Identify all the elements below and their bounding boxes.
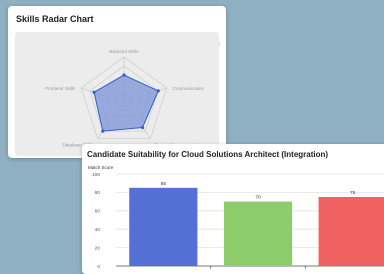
- bar-value-label: 70: [255, 195, 261, 201]
- bar-value-label: 75: [350, 190, 356, 196]
- radar-data-point: [156, 89, 160, 93]
- y-tick-label: 0: [97, 264, 100, 270]
- skills-radar-card: Skills Radar Chart Backend Skills Communi…: [8, 6, 226, 158]
- radar-data-point: [92, 90, 96, 94]
- bar: [129, 187, 198, 266]
- y-axis-title: Match Score: [88, 165, 114, 170]
- radar-card-title: Skills Radar Chart: [16, 14, 94, 24]
- radar-chart-area: Backend SkillsCommunicationProject Manag…: [15, 32, 219, 156]
- radar-axis-label: Frontend Skills: [45, 86, 76, 91]
- radar-axis-label: Backend Skills: [109, 49, 139, 54]
- radar-axis-label: Communication: [173, 86, 205, 91]
- bar: [318, 197, 384, 266]
- bar-value-label: 85: [161, 181, 167, 187]
- y-tick-label: 20: [95, 245, 101, 251]
- bar: [223, 201, 293, 266]
- y-tick-label: 60: [95, 209, 101, 215]
- bar-chart: Match Score 0 20 40 60 80 100 85 70 75: [88, 165, 384, 270]
- radar-data-point: [101, 129, 105, 133]
- y-tick-label: 80: [95, 190, 101, 196]
- suitability-bar-card: Candidate Suitability for Cloud Solution…: [82, 144, 384, 274]
- radar-data-point: [140, 125, 145, 130]
- radar-chart: Backend SkillsCommunicationProject Manag…: [45, 49, 205, 147]
- radar-data-point: [122, 73, 126, 77]
- y-tick-label: 40: [95, 227, 101, 233]
- bar-card-title: Candidate Suitability for Cloud Solution…: [87, 150, 329, 159]
- y-tick-label: 100: [92, 172, 100, 178]
